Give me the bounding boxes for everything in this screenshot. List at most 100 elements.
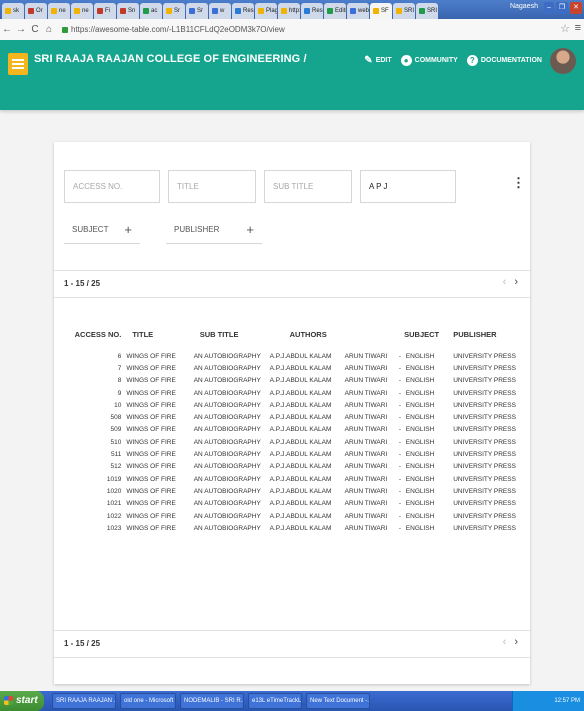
taskbar-window-button[interactable]: old one - Microsoft W... <box>120 693 176 709</box>
table-cell: UNIVERSITY PRESS <box>453 524 516 532</box>
taskbar-window-button[interactable]: e13L eTimeTrackLite ... <box>248 693 302 709</box>
table-cell: 508 <box>110 414 122 422</box>
table-row[interactable]: 512 WINGS OF FIRE AN AUTOBIOGRAPHY A.P.J.AB… <box>68 461 516 473</box>
browser-tab[interactable]: w <box>209 3 231 19</box>
browser-tab[interactable]: sk <box>2 3 24 19</box>
table-row[interactable]: 511 WINGS OF FIRE AN AUTOBIOGRAPHY A.P.J.AB… <box>68 448 516 460</box>
column-header-subject[interactable]: SUBJECT <box>394 318 451 350</box>
avatar[interactable] <box>550 48 576 74</box>
table-cell: UNIVERSITY PRESS <box>453 500 516 508</box>
browser-tab[interactable]: SF <box>370 3 392 19</box>
taskbar-window-button[interactable]: SRI RAAJA RAAJAN ... <box>52 693 116 709</box>
subject-category-filter[interactable]: SUBJECT + <box>64 216 140 244</box>
browser-tab[interactable]: SRI <box>393 3 415 19</box>
community-link[interactable]: ● COMMUNITY <box>400 55 458 66</box>
table-cell: UNIVERSITY PRESS <box>453 512 516 520</box>
browser-tab[interactable]: Sr <box>163 3 185 19</box>
column-header-sub-title[interactable]: SUB TITLE <box>184 318 262 350</box>
home-icon[interactable]: ⌂ <box>42 24 56 35</box>
tab-label: SRI <box>427 8 438 14</box>
close-window-button[interactable]: ✕ <box>570 2 582 14</box>
taskbar-window-button[interactable]: New Text Document -... <box>306 693 370 709</box>
table-row[interactable]: 1021 WINGS OF FIRE AN AUTOBIOGRAPHY A.P.J.A… <box>68 498 516 510</box>
app-title: SRI RAAJA RAAJAN COLLEGE OF ENGINEERING … <box>34 53 307 65</box>
access-no-filter[interactable] <box>64 170 160 203</box>
prev-page-icon[interactable]: ‹ <box>503 276 507 288</box>
browser-tab[interactable]: websi <box>347 3 369 19</box>
column-header-publisher[interactable]: PUBLISHER <box>451 318 516 350</box>
browser-tab[interactable]: Rese <box>301 3 323 19</box>
browser-tab[interactable]: Or <box>25 3 47 19</box>
table-cell: ARUN TIWARI <box>344 524 388 532</box>
table-row[interactable]: 6 WINGS OF FIRE AN AUTOBIOGRAPHY A.P.J.ABDU… <box>68 350 516 362</box>
table-row[interactable]: 508 WINGS OF FIRE AN AUTOBIOGRAPHY A.P.J.AB… <box>68 411 516 423</box>
back-icon[interactable]: ← <box>0 24 14 35</box>
table-cell: A.P.J.ABDUL KALAM <box>269 426 332 434</box>
sub-title-filter[interactable] <box>264 170 352 203</box>
table-cell: ENGLISH <box>405 426 435 434</box>
browser-tab[interactable]: Editio <box>324 3 346 19</box>
sub-title-input[interactable] <box>273 182 343 191</box>
table-cell: A.P.J.ABDUL KALAM <box>269 352 332 360</box>
search-filter[interactable] <box>360 170 456 203</box>
edit-link[interactable]: ✎ EDIT <box>364 55 391 66</box>
reload-icon[interactable]: C <box>28 24 42 35</box>
table-row[interactable]: 9 WINGS OF FIRE AN AUTOBIOGRAPHY A.P.J.ABDU… <box>68 387 516 399</box>
browser-tab[interactable]: http: <box>278 3 300 19</box>
browser-tab[interactable]: Plagi <box>255 3 277 19</box>
forward-icon[interactable]: → <box>14 24 28 35</box>
table-cell: - <box>398 500 402 508</box>
browser-tab[interactable]: ac <box>140 3 162 19</box>
start-button[interactable]: start <box>0 691 44 711</box>
column-header-title[interactable]: TITLE <box>124 318 183 350</box>
table-cell: AN AUTOBIOGRAPHY <box>193 377 261 385</box>
tab-favicon-icon <box>281 8 287 14</box>
table-cell: UNIVERSITY PRESS <box>453 463 516 471</box>
community-label: COMMUNITY <box>414 57 458 64</box>
access-no-input[interactable] <box>73 182 151 191</box>
table-row[interactable]: 1022 WINGS OF FIRE AN AUTOBIOGRAPHY A.P.J.A… <box>68 510 516 522</box>
browser-tab[interactable]: Sn <box>117 3 139 19</box>
more-options-icon[interactable]: ⋮ <box>512 175 525 191</box>
table-row[interactable]: 509 WINGS OF FIRE AN AUTOBIOGRAPHY A.P.J.AB… <box>68 424 516 436</box>
browser-profile-name[interactable]: Nagaesh <box>510 3 538 10</box>
browser-tab[interactable]: Sr <box>186 3 208 19</box>
browser-tab[interactable]: Fi <box>94 3 116 19</box>
publisher-category-filter[interactable]: PUBLISHER + <box>166 216 262 244</box>
restore-button[interactable]: ❐ <box>555 2 569 14</box>
next-page-icon[interactable]: › <box>514 636 518 648</box>
lock-icon <box>62 26 68 33</box>
table-cell: WINGS OF FIRE <box>126 414 176 422</box>
search-input[interactable] <box>369 182 447 191</box>
clock[interactable]: 12:57 PM <box>554 698 580 704</box>
url-text: https://awesome-table.com/-L1B11CFLdQ2eO… <box>71 25 285 34</box>
next-page-icon[interactable]: › <box>514 276 518 288</box>
taskbar-window-button[interactable]: NODEMALIB - SRI R... <box>180 693 244 709</box>
page-range: 1 - 15 / 25 <box>64 279 101 288</box>
bookmark-star-icon[interactable]: ☆ <box>560 22 570 35</box>
title-input[interactable] <box>177 182 247 191</box>
browser-menu-icon[interactable]: ≡ <box>575 22 581 34</box>
documentation-link[interactable]: ? DOCUMENTATION <box>466 55 542 66</box>
browser-tab[interactable]: SRI <box>416 3 438 19</box>
tab-favicon-icon <box>396 8 402 14</box>
tab-favicon-icon <box>304 8 310 14</box>
table-row[interactable]: 1023 WINGS OF FIRE AN AUTOBIOGRAPHY A.P.J.A… <box>68 522 516 534</box>
table-cell: ENGLISH <box>405 524 435 532</box>
browser-tab[interactable]: ne <box>71 3 93 19</box>
table-row[interactable]: 510 WINGS OF FIRE AN AUTOBIOGRAPHY A.P.J.AB… <box>68 436 516 448</box>
column-header-authors[interactable]: AUTHORS <box>262 318 394 350</box>
prev-page-icon[interactable]: ‹ <box>503 636 507 648</box>
title-filter[interactable] <box>168 170 256 203</box>
table-row[interactable]: 10 WINGS OF FIRE AN AUTOBIOGRAPHY A.P.J.ABD… <box>68 399 516 411</box>
browser-tab[interactable]: ne <box>48 3 70 19</box>
table-row[interactable]: 1020 WINGS OF FIRE AN AUTOBIOGRAPHY A.P.J.A… <box>68 485 516 497</box>
table-cell: ENGLISH <box>405 463 435 471</box>
minimize-button[interactable]: – <box>543 2 554 14</box>
table-row[interactable]: 7 WINGS OF FIRE AN AUTOBIOGRAPHY A.P.J.ABDU… <box>68 362 516 374</box>
table-row[interactable]: 1019 WINGS OF FIRE AN AUTOBIOGRAPHY A.P.J.A… <box>68 473 516 485</box>
browser-tab[interactable]: Rese <box>232 3 254 19</box>
table-row[interactable]: 8 WINGS OF FIRE AN AUTOBIOGRAPHY A.P.J.ABDU… <box>68 375 516 387</box>
url-field[interactable]: https://awesome-table.com/-L1B11CFLdQ2eO… <box>62 25 285 34</box>
column-header-access-no[interactable]: ACCESS NO. <box>68 318 124 350</box>
